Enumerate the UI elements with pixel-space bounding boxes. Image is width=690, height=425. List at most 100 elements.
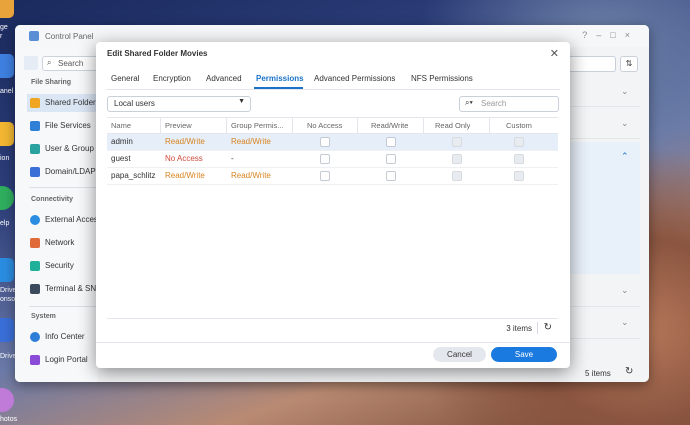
help-icon[interactable] bbox=[0, 186, 14, 210]
column-header-preview[interactable]: Preview bbox=[165, 121, 192, 130]
dock-label: hotos bbox=[0, 416, 18, 423]
dialog-tabs: General Encryption Advanced Permissions … bbox=[106, 69, 560, 90]
custom-checkbox bbox=[514, 137, 524, 147]
search-placeholder: Search bbox=[58, 59, 84, 68]
table-footer: 3 items ↻ bbox=[107, 318, 558, 337]
photos-icon[interactable] bbox=[0, 388, 14, 412]
custom-checkbox bbox=[514, 154, 524, 164]
read-write-checkbox[interactable] bbox=[386, 171, 396, 181]
file-station-icon[interactable] bbox=[0, 122, 14, 146]
terminal-icon bbox=[30, 284, 40, 294]
no-access-checkbox[interactable] bbox=[320, 154, 330, 164]
control-panel-icon[interactable] bbox=[0, 54, 14, 78]
sidebar-item-label: External Access bbox=[45, 215, 102, 224]
tab-permissions[interactable]: Permissions bbox=[256, 74, 304, 83]
search-icon: ⌕▾ bbox=[465, 98, 473, 107]
permissions-table: Name Preview Group Permis... No Access R… bbox=[107, 117, 558, 185]
external-access-icon bbox=[30, 215, 40, 225]
table-row[interactable]: guest No Access - bbox=[107, 151, 558, 168]
chevron-down-icon: ⌄ bbox=[621, 317, 629, 327]
sidebar-item-login-portal[interactable]: Login Portal bbox=[27, 351, 99, 369]
refresh-icon[interactable]: ↻ bbox=[544, 322, 552, 333]
toolbar-search-field[interactable] bbox=[570, 56, 616, 72]
column-divider bbox=[160, 118, 161, 133]
tab-advanced[interactable]: Advanced bbox=[206, 74, 242, 83]
cancel-button[interactable]: Cancel bbox=[433, 347, 486, 362]
sidebar-item-user-group[interactable]: User & Group bbox=[27, 140, 99, 158]
sidebar-item-shared-folder[interactable]: Shared Folder bbox=[27, 94, 99, 112]
sidebar-item-security[interactable]: Security bbox=[27, 257, 99, 275]
read-write-checkbox[interactable] bbox=[386, 154, 396, 164]
tab-encryption[interactable]: Encryption bbox=[153, 74, 191, 83]
sidebar-item-label: Security bbox=[45, 261, 74, 270]
preview-permission: No Access bbox=[165, 154, 203, 163]
sidebar-item-external-access[interactable]: External Access bbox=[27, 211, 102, 229]
window-controls[interactable]: ?–□× bbox=[582, 30, 639, 40]
edit-shared-folder-dialog: Edit Shared Folder Movies ✕ General Encr… bbox=[96, 42, 570, 368]
divider bbox=[537, 322, 538, 334]
read-write-checkbox[interactable] bbox=[386, 137, 396, 147]
drive-app-icon[interactable] bbox=[0, 318, 14, 342]
domain-icon bbox=[30, 167, 40, 177]
user-search-input[interactable]: ⌕▾ Search bbox=[459, 96, 559, 112]
active-tab-indicator bbox=[254, 87, 303, 89]
tab-general[interactable]: General bbox=[111, 74, 139, 83]
chevron-down-icon: ⌄ bbox=[621, 86, 629, 96]
list-item[interactable]: ⌄ bbox=[570, 110, 640, 139]
sidebar-item-terminal-snmp[interactable]: Terminal & SNMP bbox=[27, 280, 108, 298]
sidebar-item-label: Login Portal bbox=[45, 355, 88, 364]
caret-down-icon: ▼ bbox=[238, 98, 245, 105]
list-item[interactable]: ⌄ bbox=[570, 78, 640, 107]
group-permission: - bbox=[231, 154, 234, 163]
list-item[interactable]: ⌄ bbox=[570, 278, 640, 307]
section-header-connectivity: Connectivity bbox=[31, 196, 74, 203]
column-divider bbox=[489, 118, 490, 133]
sort-button[interactable]: ⇅ bbox=[620, 56, 638, 72]
sidebar-item-info-center[interactable]: Info Center bbox=[27, 328, 99, 346]
column-header-read-write[interactable]: Read/Write bbox=[371, 121, 408, 130]
no-access-checkbox[interactable] bbox=[320, 171, 330, 181]
refresh-icon[interactable]: ↻ bbox=[625, 366, 633, 377]
shield-icon bbox=[30, 261, 40, 271]
column-header-name[interactable]: Name bbox=[111, 121, 131, 130]
user-type-select[interactable]: Local users ▼ bbox=[107, 96, 251, 112]
search-icon: ⌕ bbox=[47, 58, 52, 67]
tab-nfs-permissions[interactable]: NFS Permissions bbox=[411, 74, 473, 83]
no-access-checkbox[interactable] bbox=[320, 137, 330, 147]
dock-label: Drive bbox=[0, 353, 17, 360]
search-placeholder: Search bbox=[481, 99, 507, 108]
group-permission: Read/Write bbox=[231, 171, 271, 180]
table-row[interactable]: admin Read/Write Read/Write bbox=[107, 134, 558, 151]
expanded-list-item[interactable]: ⌃ bbox=[570, 142, 640, 274]
sidebar-item-domain-ldap[interactable]: Domain/LDAP bbox=[27, 163, 99, 181]
column-header-no-access[interactable]: No Access bbox=[307, 121, 342, 130]
table-header: Name Preview Group Permis... No Access R… bbox=[107, 117, 558, 134]
column-header-group-permission[interactable]: Group Permis... bbox=[231, 121, 291, 130]
list-item[interactable]: ⌄ bbox=[570, 310, 640, 339]
tab-advanced-permissions[interactable]: Advanced Permissions bbox=[314, 74, 395, 83]
preview-permission: Read/Write bbox=[165, 137, 205, 146]
sidebar-search[interactable]: ⌕ Search bbox=[42, 56, 104, 71]
close-icon[interactable]: ✕ bbox=[550, 47, 559, 60]
drive-icon[interactable] bbox=[0, 258, 14, 282]
column-header-read-only[interactable]: Read Only bbox=[435, 121, 470, 130]
sidebar-item-file-services[interactable]: File Services bbox=[27, 117, 99, 135]
window-title: Control Panel bbox=[45, 32, 94, 41]
table-row[interactable]: papa_schlitz Read/Write Read/Write bbox=[107, 168, 558, 185]
user-type-value: Local users bbox=[114, 99, 155, 108]
items-count: 3 items bbox=[506, 324, 532, 333]
divider bbox=[29, 306, 99, 307]
sidebar-item-network[interactable]: Network bbox=[27, 234, 99, 252]
info-icon bbox=[30, 332, 40, 342]
chevron-down-icon: ⌄ bbox=[621, 285, 629, 295]
home-button[interactable] bbox=[24, 56, 38, 70]
chevron-up-icon: ⌃ bbox=[621, 151, 629, 161]
column-divider bbox=[226, 118, 227, 133]
save-button[interactable]: Save bbox=[491, 347, 557, 362]
login-portal-icon bbox=[30, 355, 40, 365]
dock-label: anel bbox=[0, 88, 14, 95]
app-icon[interactable] bbox=[0, 0, 14, 18]
dialog-title: Edit Shared Folder Movies bbox=[107, 49, 208, 58]
user-name: papa_schlitz bbox=[111, 171, 156, 180]
column-header-custom[interactable]: Custom bbox=[506, 121, 532, 130]
